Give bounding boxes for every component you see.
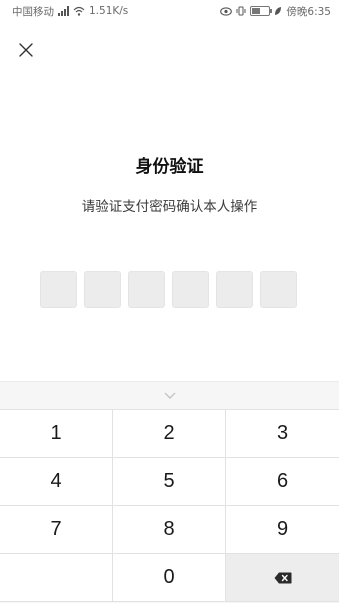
close-icon <box>19 43 33 57</box>
chevron-down-icon <box>164 392 175 399</box>
key-9[interactable]: 9 <box>226 506 339 554</box>
pin-digit-box[interactable] <box>40 271 77 308</box>
pin-digit-box[interactable] <box>260 271 297 308</box>
pin-digit-box[interactable] <box>128 271 165 308</box>
pin-digit-box[interactable] <box>84 271 121 308</box>
signal-icon <box>58 6 69 16</box>
key-empty <box>0 554 113 602</box>
network-speed: 1.51K/s <box>89 5 129 17</box>
pin-input[interactable] <box>40 271 297 308</box>
close-button[interactable] <box>14 38 38 62</box>
eye-comfort-icon <box>220 6 233 16</box>
key-8[interactable]: 8 <box>113 506 226 554</box>
backspace-button[interactable] <box>226 554 339 602</box>
keypad-grid: 1 2 3 4 5 6 7 8 9 0 <box>0 409 339 602</box>
leaf-icon <box>275 7 282 15</box>
status-right: 傍晚6:35 <box>220 4 331 19</box>
key-1[interactable]: 1 <box>0 410 113 458</box>
status-bar: 中国移动 1.51K/s 傍晚6:35 <box>0 0 339 22</box>
wifi-icon <box>73 6 85 16</box>
battery-icon <box>250 6 273 16</box>
status-time: 傍晚6:35 <box>286 5 331 18</box>
pin-digit-box[interactable] <box>216 271 253 308</box>
hide-keyboard-button[interactable] <box>0 382 339 409</box>
pin-digit-box[interactable] <box>172 271 209 308</box>
key-7[interactable]: 7 <box>0 506 113 554</box>
key-2[interactable]: 2 <box>113 410 226 458</box>
carrier-name: 中国移动 <box>12 5 54 18</box>
key-5[interactable]: 5 <box>113 458 226 506</box>
key-0[interactable]: 0 <box>113 554 226 602</box>
vibrate-icon <box>236 6 246 16</box>
page-title: 身份验证 <box>135 157 204 177</box>
key-3[interactable]: 3 <box>226 410 339 458</box>
backspace-icon <box>274 572 292 583</box>
instruction-text: 请验证支付密码确认本人操作 <box>81 199 258 215</box>
numeric-keypad: 1 2 3 4 5 6 7 8 9 0 <box>0 381 339 603</box>
status-left: 中国移动 1.51K/s <box>12 4 128 19</box>
key-6[interactable]: 6 <box>226 458 339 506</box>
key-4[interactable]: 4 <box>0 458 113 506</box>
